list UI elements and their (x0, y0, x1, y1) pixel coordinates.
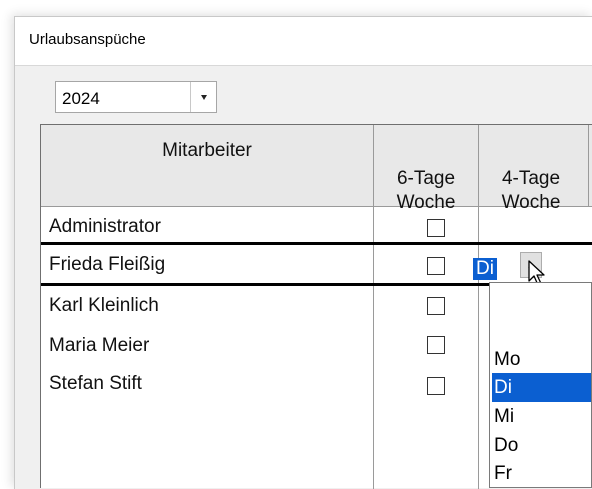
six-day-checkbox[interactable] (427, 219, 445, 237)
employee-name: Stefan Stift (49, 373, 142, 394)
employee-name: Administrator (49, 216, 161, 237)
dropdown-option-mi[interactable]: Mi (492, 402, 591, 431)
employee-name: Frieda Fleißig (49, 254, 166, 275)
caret-down-icon (200, 94, 207, 100)
dropdown-option-mo[interactable]: Mo (492, 345, 591, 374)
six-day-checkbox[interactable] (427, 257, 445, 275)
year-select[interactable]: 2024 (55, 81, 217, 113)
column-divider (588, 125, 589, 207)
year-value: 2024 (62, 89, 100, 108)
dropdown-option-di[interactable]: Di (492, 373, 591, 402)
dropdown-option-do[interactable]: Do (492, 431, 591, 460)
column-header-6-tage-woche[interactable]: 6-Tage Woche (374, 143, 478, 215)
six-day-checkbox[interactable] (427, 336, 445, 354)
table-row[interactable]: Administrator (41, 207, 592, 245)
weekday-dropdown-list: Mo Di Mi Do Fr (489, 282, 592, 488)
table-row-selected[interactable]: Frieda Fleißig (41, 245, 592, 283)
column-header-4-tage-woche[interactable]: 4-Tage Woche (479, 143, 583, 215)
dropdown-option-empty[interactable] (492, 315, 591, 344)
six-day-checkbox[interactable] (427, 297, 445, 315)
four-day-cell-value[interactable]: Di (473, 258, 497, 280)
window-title: Urlaubsanspüche (29, 31, 146, 48)
six-day-checkbox[interactable] (427, 377, 445, 395)
grid-header: Mitarbeiter 6-Tage Woche 4-Tage Woche (41, 125, 592, 213)
column-header-mitarbeiter[interactable]: Mitarbeiter (41, 139, 373, 163)
title-bar: Urlaubsanspüche (15, 17, 592, 66)
employee-name: Karl Kleinlich (49, 295, 159, 316)
employee-name: Maria Meier (49, 335, 150, 356)
year-dropdown-button[interactable] (190, 82, 216, 112)
dropdown-option-fr[interactable]: Fr (492, 459, 591, 488)
